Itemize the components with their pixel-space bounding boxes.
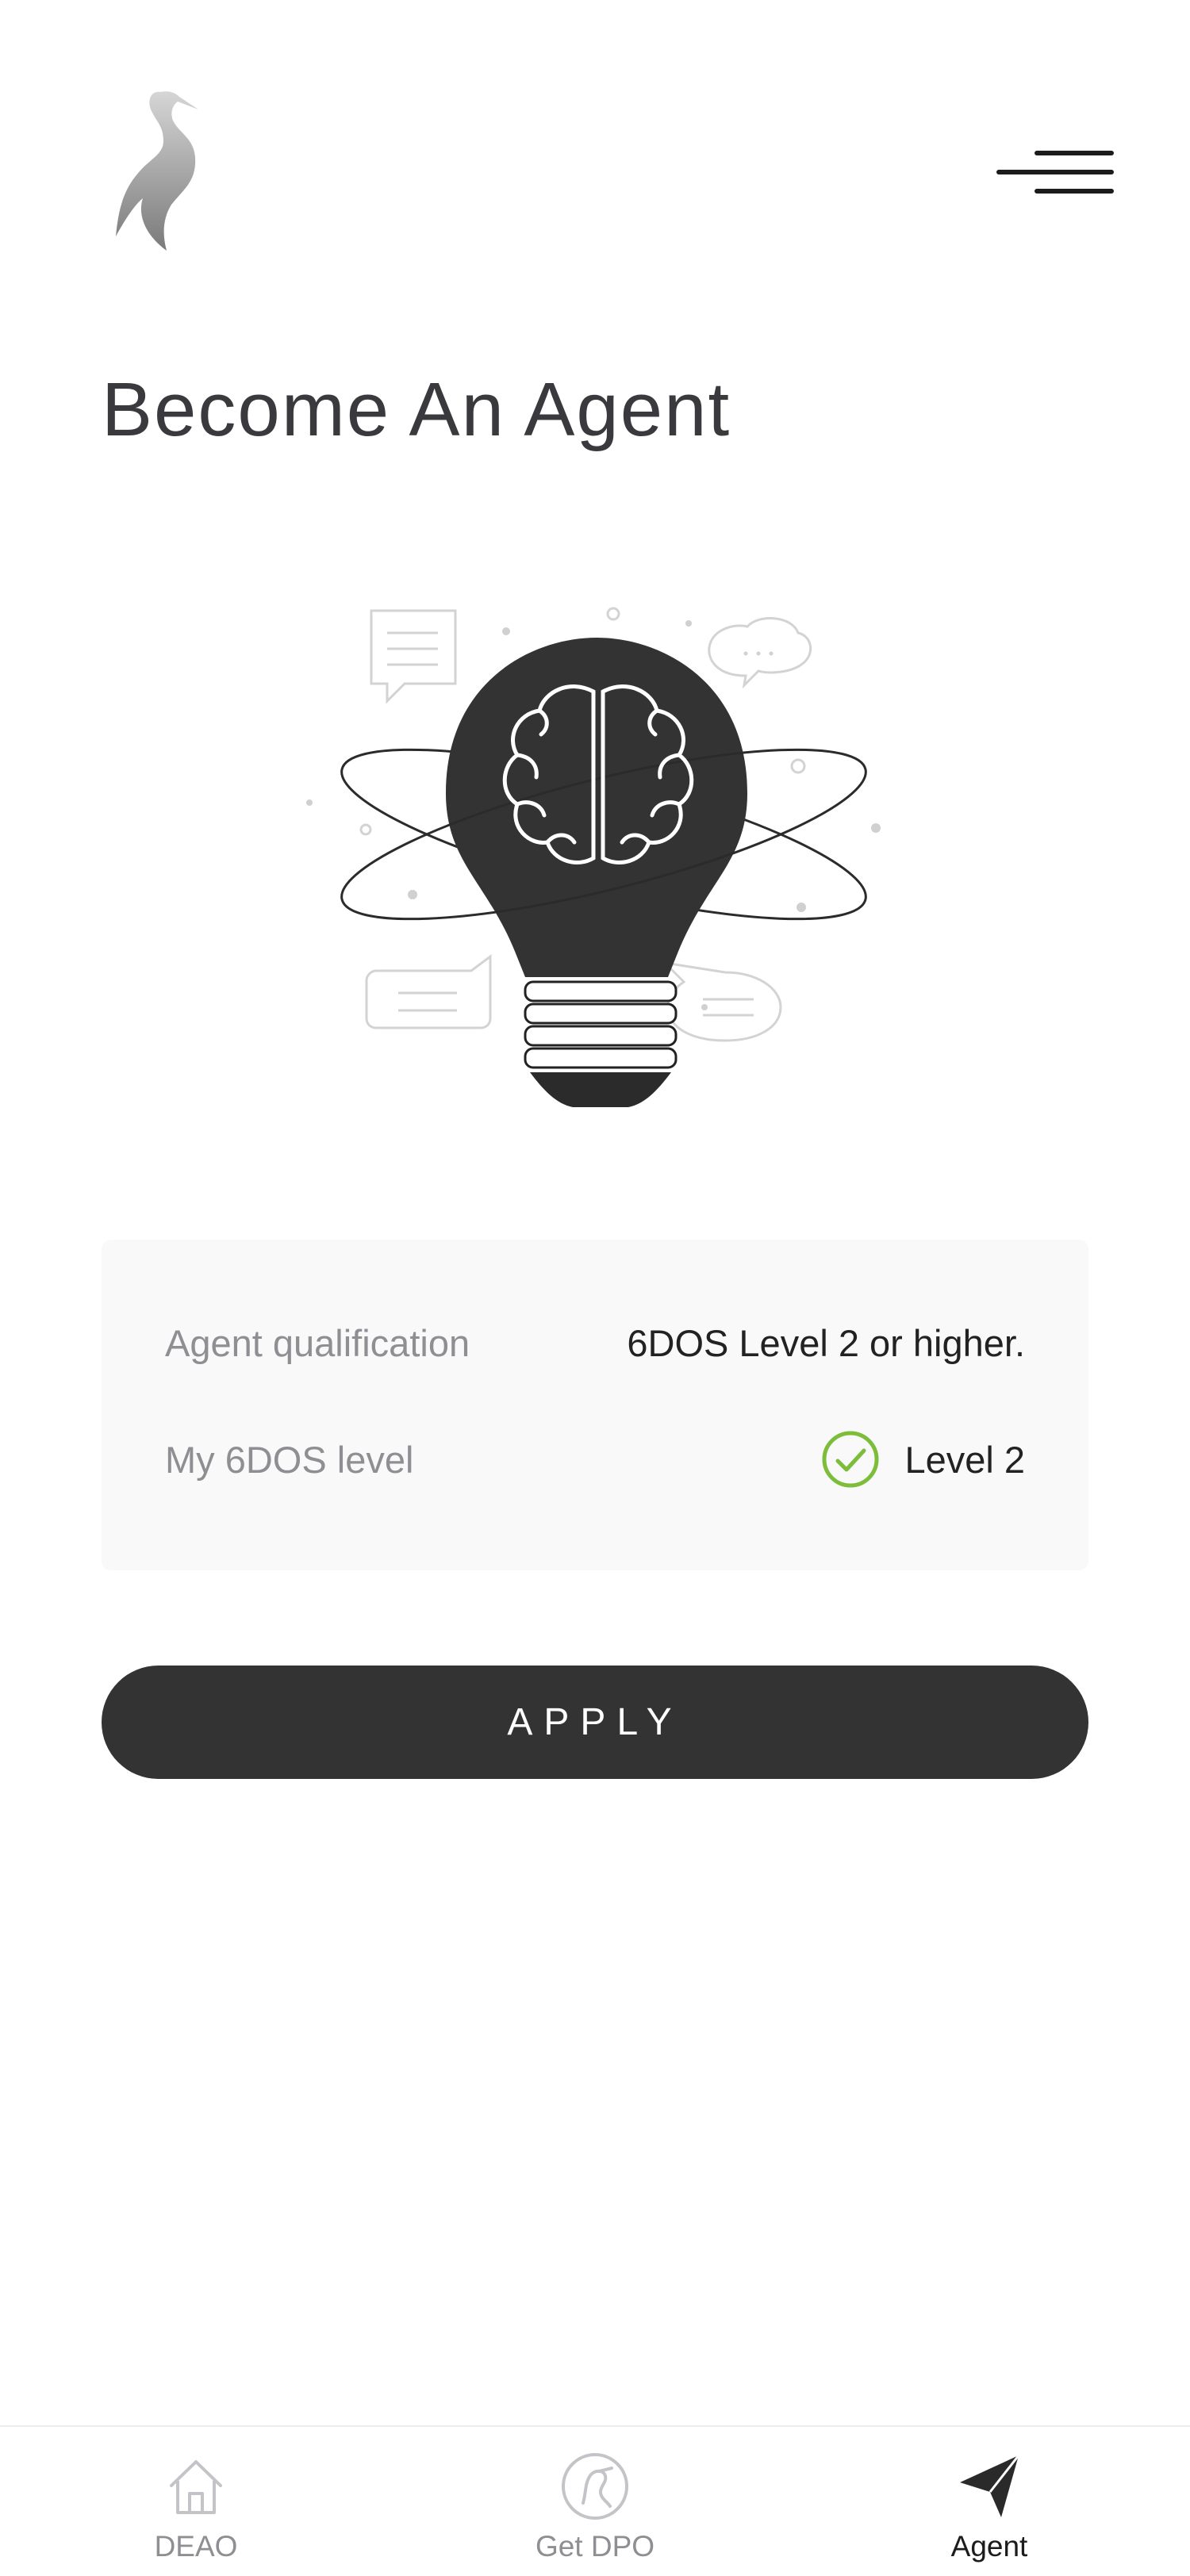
my-level-label: My 6DOS level (165, 1438, 414, 1481)
apply-button[interactable]: APPLY (102, 1666, 1088, 1779)
bottom-tab-bar: DEAO Get DPO Agent (0, 2425, 1190, 2576)
agent-qualification-value: 6DOS Level 2 or higher. (627, 1321, 1025, 1364)
crane-logo-icon (111, 86, 206, 252)
page-title: Become An Agent (102, 367, 731, 452)
my-level-status: Level 2 (820, 1429, 1025, 1489)
lightbulb-brain-illustration (301, 587, 889, 1118)
tab-get-dpo[interactable]: Get DPO (476, 2427, 714, 2576)
home-icon (170, 2460, 222, 2514)
menu-line (996, 170, 1114, 174)
check-circle-icon (822, 1431, 879, 1488)
tab-deao[interactable]: DEAO (77, 2427, 315, 2576)
tab-deao-label: DEAO (154, 2530, 238, 2563)
my-level-row: My 6DOS level Level 2 (165, 1428, 1025, 1491)
tab-agent-label: Agent (950, 2530, 1028, 2563)
tab-get-dpo-label: Get DPO (535, 2530, 655, 2563)
my-level-value: Level 2 (904, 1438, 1025, 1481)
hamburger-menu-icon[interactable] (992, 143, 1119, 201)
agent-qualification-row: Agent qualification 6DOS Level 2 or high… (165, 1311, 1025, 1374)
dpo-coin-icon (562, 2453, 628, 2520)
tab-agent[interactable]: Agent (870, 2427, 1108, 2576)
menu-line (1035, 189, 1114, 194)
agent-qualification-label: Agent qualification (165, 1321, 470, 1364)
menu-line (1035, 151, 1114, 155)
paper-plane-icon (960, 2455, 1020, 2517)
qualification-card (102, 1240, 1088, 1570)
